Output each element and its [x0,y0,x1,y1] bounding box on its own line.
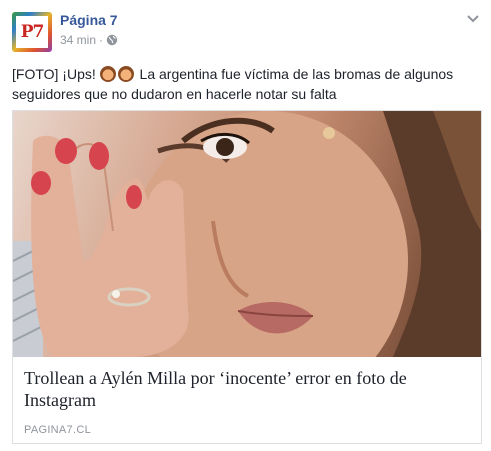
globe-icon [106,34,118,46]
link-preview-image[interactable] [13,111,481,357]
woman-covering-one-eye-photo [13,111,481,357]
link-title[interactable]: Trollean a Aylén Milla por ‘inocente’ er… [24,367,470,411]
link-domain: PAGINA7.CL [24,424,91,436]
man-facepalming-emoji [99,66,116,82]
post-timestamp[interactable]: 34 min [60,33,96,47]
page-avatar[interactable]: P7 [12,12,52,52]
page-name-link[interactable]: Página 7 [60,12,118,28]
post-message: [FOTO] ¡Ups! La argentina fue víctima de… [12,64,482,104]
chevron-down-icon[interactable] [466,14,480,24]
page-logo: P7 [20,22,45,42]
facebook-post: P7 Página 7 34 min · [FOTO] ¡Ups! La arg… [0,0,491,451]
post-meta: 34 min · [60,33,118,47]
meta-separator: · [99,33,104,47]
link-preview-body[interactable]: Trollean a Aylén Milla por ‘inocente’ er… [13,357,481,443]
man-facepalming-emoji [117,66,134,82]
link-preview-card[interactable]: Trollean a Aylén Milla por ‘inocente’ er… [12,110,482,444]
message-prefix: [FOTO] ¡Ups! [12,66,96,82]
